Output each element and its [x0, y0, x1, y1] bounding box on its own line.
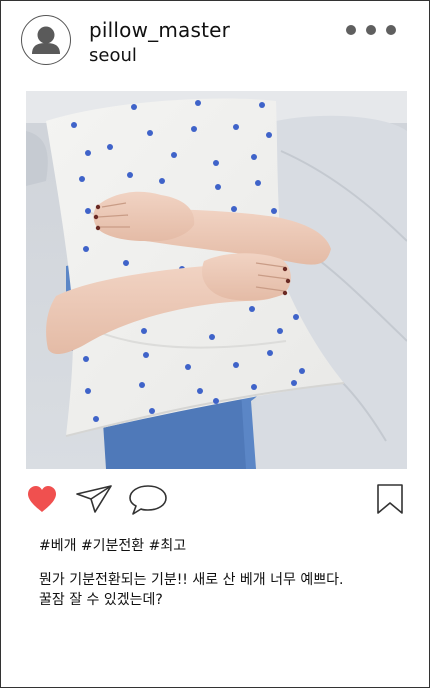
more-dot	[346, 25, 356, 35]
person-silhouette-icon	[32, 26, 60, 54]
more-dot	[366, 25, 376, 35]
caption-line: 뭔가 기분전환되는 기분!! 새로 산 베개 너무 예쁘다.	[39, 572, 344, 588]
bookmark-icon[interactable]	[376, 483, 404, 515]
speech-bubble-icon[interactable]	[127, 484, 169, 516]
post-caption: 뭔가 기분전환되는 기분!! 새로 산 베개 너무 예쁘다. 꿀잠 잘 수 있겠…	[39, 570, 399, 610]
more-dots-icon[interactable]	[341, 23, 401, 37]
more-dot	[386, 25, 396, 35]
caption-line: 꿀잠 잘 수 있겠는데?	[39, 592, 163, 608]
location[interactable]: seoul	[89, 44, 137, 68]
post-actions	[26, 481, 407, 521]
paper-plane-icon[interactable]	[75, 484, 113, 514]
post-header: pillow_master seoul	[21, 15, 411, 69]
avatar[interactable]	[21, 15, 71, 65]
heart-icon[interactable]	[26, 485, 58, 513]
post-photo[interactable]	[26, 91, 407, 469]
pillow-hug-illustration	[26, 91, 407, 469]
username[interactable]: pillow_master	[89, 18, 230, 42]
post-card: pillow_master seoul #베개 #기분전환 #최고 뭔가 기분전…	[0, 0, 430, 688]
hashtags[interactable]: #베개 #기분전환 #최고	[39, 536, 186, 556]
